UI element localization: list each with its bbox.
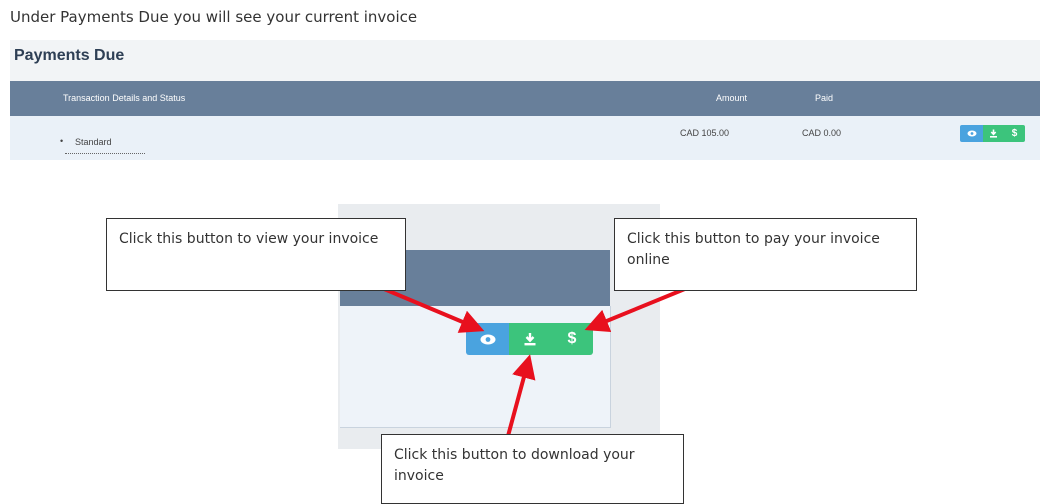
callout-view-invoice: Click this button to view your invoice — [106, 218, 406, 291]
arrow-to-download-button — [506, 354, 536, 437]
callout-pay-invoice: Click this button to pay your invoice on… — [614, 218, 917, 291]
callout-download-invoice: Click this button to download your invoi… — [381, 434, 684, 504]
